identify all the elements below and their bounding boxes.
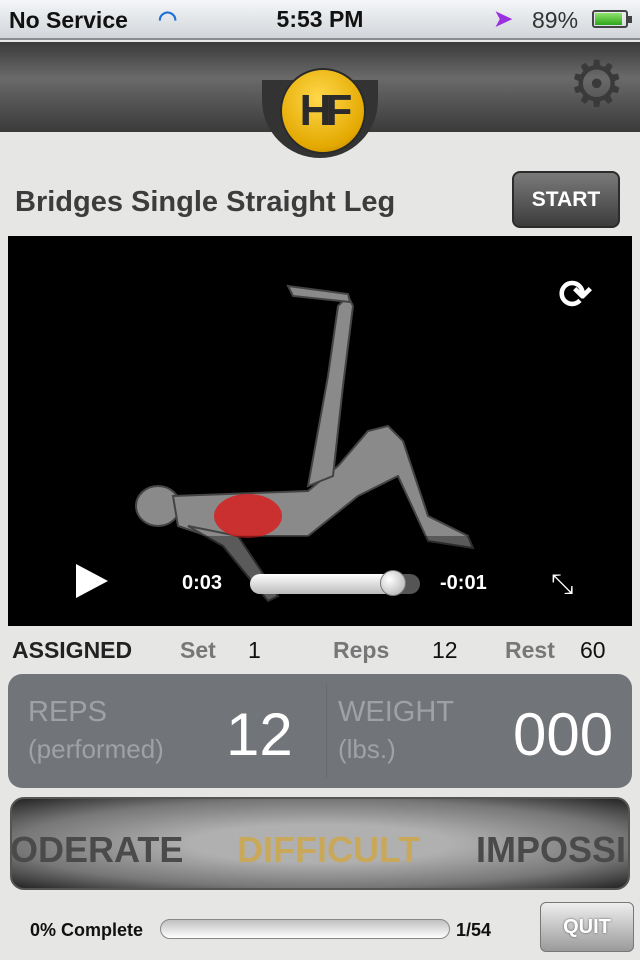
- set-label: Set: [180, 637, 216, 663]
- difficulty-picker[interactable]: ODERATE DIFFICULT IMPOSSI: [10, 797, 630, 890]
- rest-label: Rest: [505, 637, 555, 663]
- exercise-video[interactable]: ⟳ 0:03 -0:01 ⤡: [8, 236, 632, 626]
- exercise-count: 1/54: [456, 920, 492, 940]
- weight-sublabel: (lbs.): [338, 734, 396, 764]
- weight-input[interactable]: 000: [513, 700, 613, 769]
- status-bar: No Service ◠ 5:53 PM ➤ 89%: [0, 0, 640, 40]
- rest-value: 60: [580, 637, 606, 663]
- hf-logo[interactable]: HF: [280, 68, 366, 154]
- reps-performed-input[interactable]: 12: [226, 700, 293, 769]
- fullscreen-icon[interactable]: ⤡: [551, 568, 573, 601]
- set-value: 1: [248, 637, 261, 663]
- quit-button[interactable]: QUIT: [540, 902, 634, 952]
- panel-divider: [326, 684, 327, 778]
- start-button[interactable]: START: [512, 171, 620, 228]
- battery-icon: [592, 10, 632, 28]
- exercise-title: Bridges Single Straight Leg: [15, 186, 396, 218]
- gear-icon[interactable]: ⚙: [568, 52, 625, 116]
- scrubber-knob[interactable]: [379, 570, 406, 596]
- play-icon[interactable]: [76, 564, 108, 598]
- location-arrow-icon: ➤: [494, 6, 513, 31]
- difficulty-option-selected[interactable]: DIFFICULT: [237, 829, 420, 871]
- battery-percent: 89%: [532, 7, 579, 33]
- progress-label: 0% Complete: [30, 920, 144, 940]
- logo-text: HF: [299, 86, 353, 135]
- reps-value: 12: [432, 637, 458, 663]
- reps-performed-sublabel: (performed): [28, 734, 164, 764]
- performance-input-panel: REPS (performed) 12 WEIGHT (lbs.) 000: [8, 674, 632, 788]
- remaining-time: -0:01: [440, 572, 487, 594]
- video-controls: 0:03 -0:01 ⤡: [8, 536, 632, 626]
- difficulty-option[interactable]: ODERATE: [12, 829, 183, 871]
- workout-progress-bar: [160, 919, 450, 939]
- elapsed-time: 0:03: [182, 572, 223, 594]
- loop-icon[interactable]: ⟳: [558, 272, 592, 318]
- assigned-label: ASSIGNED: [12, 637, 133, 663]
- reps-label: Reps: [333, 637, 390, 663]
- weight-label: WEIGHT: [338, 696, 454, 728]
- reps-performed-label: REPS: [28, 696, 107, 728]
- difficulty-option[interactable]: IMPOSSI: [476, 829, 626, 871]
